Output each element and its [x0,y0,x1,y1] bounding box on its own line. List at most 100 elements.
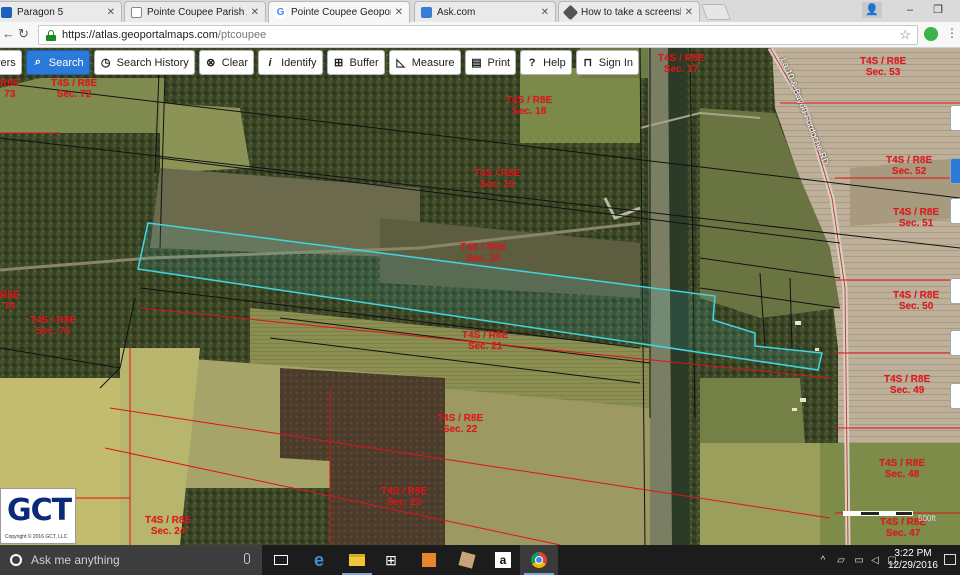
buffer-button[interactable]: ⊞ Buffer [326,50,385,75]
lock-icon [46,29,56,41]
button-label: Help [543,56,566,69]
amazon-button[interactable]: a [484,545,522,575]
cortana-search-box[interactable]: Ask me anything [0,545,262,575]
file-explorer-button[interactable] [338,545,376,575]
tab-geoportal[interactable]: G Pointe Coupee Geoporta ✕ [268,1,410,23]
map-control-button[interactable] [950,198,960,224]
chrome-icon [531,552,547,568]
ask-icon [421,6,432,18]
section-label: T4S / R8E Sec. 75 [30,315,77,337]
tray-chevron-icon[interactable]: ^ [816,545,830,575]
map-control-button[interactable] [950,383,960,409]
section-label: T4S / R8E Sec. 19 [474,168,521,190]
microphone-icon[interactable] [244,553,250,564]
edge-button[interactable]: e [300,545,338,575]
clear-button[interactable]: ⊗ Clear [198,50,255,75]
button-label: Search History [116,56,189,69]
task-view-button[interactable] [262,545,300,575]
section-label: T4S / R8E Sec. 72 [51,78,98,100]
tab-ask[interactable]: Ask.com ✕ [414,1,556,22]
printer-icon: ▤ [471,57,482,69]
browser-tab-strip: Paragon 5 ✕ Pointe Coupee Parish As ✕ G … [0,0,960,23]
close-icon[interactable]: ✕ [107,7,115,18]
section-label: T4S / R8E Sec. 50 [893,290,940,312]
section-label: T4S / R8E Sec. 24 [145,515,192,537]
new-tab-button[interactable] [701,4,731,20]
clock-time: 3:22 PM [894,548,932,559]
action-center-icon[interactable] [944,554,956,565]
bookmark-star-icon[interactable]: ☆ [899,27,911,43]
search-button[interactable]: ⌕ Search [25,50,90,75]
close-icon[interactable]: ✕ [685,7,693,18]
lock-icon: ⊓ [583,57,593,69]
amazon-icon: a [495,552,511,568]
search-icon: ⌕ [34,56,41,68]
aerial-imagery [0,48,960,545]
button-label: yers [0,56,16,69]
store-icon: ⊞ [385,551,397,568]
measure-button[interactable]: ◺ Measure [388,50,461,75]
layer-toggle-button[interactable] [950,158,960,184]
identify-button[interactable]: i Identify [258,50,323,75]
extension-icon[interactable] [924,27,938,41]
url-path: /ptcoupee [217,29,267,41]
map-control-button[interactable] [950,330,960,356]
taskbar: Ask me anything e ⊞ a ^ ▱ ▭ ◁ ▢ 3:22 PM … [0,545,960,575]
buffer-icon: ⊞ [333,57,344,69]
button-label: Search [48,56,84,69]
network-icon[interactable]: ▱ [834,545,848,575]
folder-icon [349,554,365,566]
section-label: T4S / R8E Sec. 53 [860,56,907,78]
battery-icon[interactable]: ▭ [852,545,866,575]
menu-icon[interactable]: ⋮ [946,26,958,40]
paragon-icon [1,6,12,18]
section-label: T4S / R8E Sec. 49 [884,374,931,396]
section-label: T4S / R8E Sec. 20 [460,242,507,264]
scale-bar [843,511,913,516]
reload-icon[interactable]: ↻ [18,26,29,42]
ruler-icon: ◺ [396,57,405,69]
button-label: Print [487,56,511,69]
user-icon[interactable]: 👤 [862,2,882,18]
clock-date: 12/29/2016 [887,560,938,571]
page-icon [562,4,579,20]
gct-logo: GCT Copyright © 2016 GCT, LLC [0,488,76,544]
sign-in-button[interactable]: ⊓ Sign In [575,50,639,75]
help-button[interactable]: ? Help [520,50,572,75]
app-button[interactable] [410,545,448,575]
address-bar: ← ↻ https://atlas.geoportalmaps.com /ptc… [0,22,960,48]
url-input[interactable]: https://atlas.geoportalmaps.com /ptcoupe… [38,25,918,45]
search-history-button[interactable]: ◷ Search History [93,50,195,75]
app-icon [422,553,436,567]
volume-icon[interactable]: ◁ [868,545,882,575]
print-button[interactable]: ▤ Print [464,50,517,75]
section-label: T4S / R8E Sec. 21 [462,330,509,352]
map-control-button[interactable] [950,278,960,304]
tab-screenshot-howto[interactable]: How to take a screensho ✕ [558,1,700,22]
tab-label: Ask.com [437,6,476,18]
clock[interactable]: 3:22 PM 12/29/2016 [888,548,938,572]
store-button[interactable]: ⊞ [372,545,410,575]
close-icon[interactable]: ✕ [251,7,259,18]
button-label: Measure [411,56,455,69]
tab-label: How to take a screensho [581,6,681,18]
button-label: Sign In [598,56,633,69]
close-icon[interactable]: ✕ [541,7,549,18]
tab-label: Paragon 5 [17,6,64,18]
section-label: T4S / R8E Sec. 51 [893,207,940,229]
chrome-button[interactable] [520,545,558,575]
minimize-button[interactable]: – [896,0,924,22]
map-toolbar: yers ⌕ Search ◷ Search History ⊗ Clear i… [0,50,639,76]
tab-paragon[interactable]: Paragon 5 ✕ [0,1,122,22]
section-label: T4S / R8E Sec. 17 [658,53,705,75]
tab-assessor[interactable]: Pointe Coupee Parish As ✕ [124,1,266,22]
zoom-in-button[interactable] [950,105,960,131]
close-icon[interactable]: ✕ [395,7,403,18]
task-view-icon [274,555,288,565]
media-app-button[interactable] [448,545,486,575]
back-arrow-icon[interactable]: ← [2,26,15,41]
layers-button[interactable]: yers [0,50,22,75]
maximize-button[interactable]: ❐ [924,0,952,22]
section-label: T4S / R8E Sec. 18 [506,95,553,117]
map-view[interactable]: R8E 73 T4S / R8E Sec. 72 T4S / R8E Sec. 18 … [0,48,960,545]
